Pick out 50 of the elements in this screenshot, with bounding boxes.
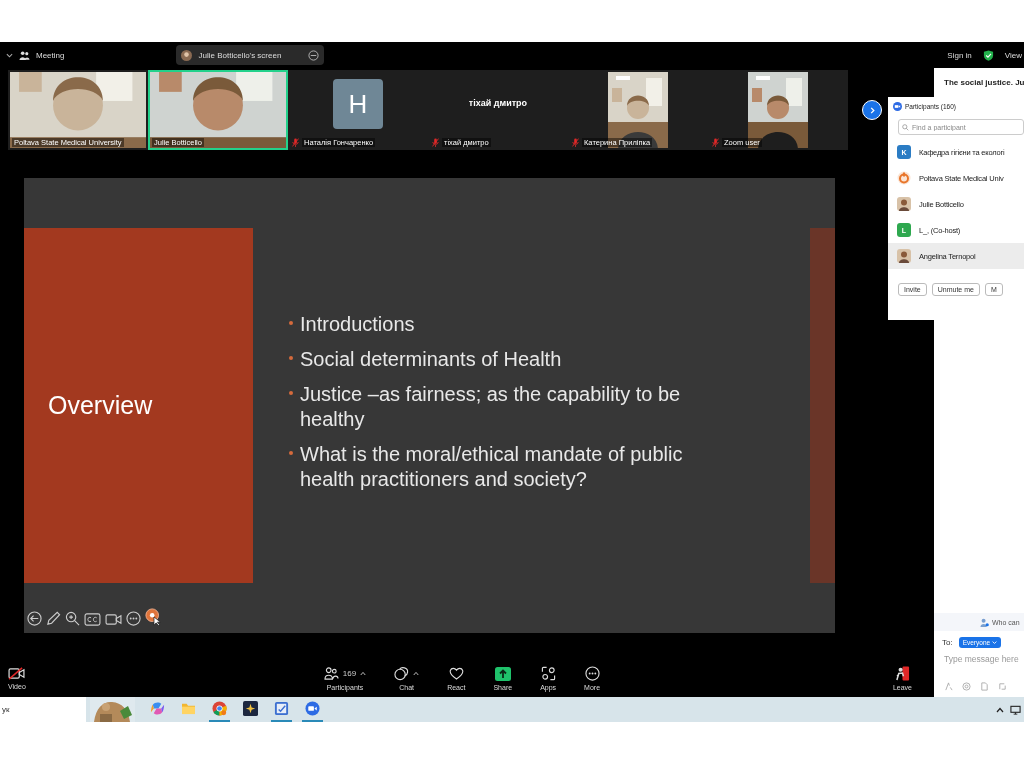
chevron-down-icon[interactable] — [6, 51, 13, 59]
slide-title: Overview — [48, 391, 153, 420]
bullet-icon — [289, 451, 293, 455]
heart-icon — [448, 667, 464, 680]
emblem-icon — [897, 171, 911, 185]
avatar-icon — [181, 49, 193, 61]
zoom-logo-icon — [893, 102, 902, 111]
back-icon[interactable] — [27, 611, 42, 626]
captions-icon[interactable] — [84, 613, 101, 626]
to-label: To: — [942, 638, 953, 647]
pen-icon[interactable] — [46, 611, 61, 626]
next-page-button[interactable] — [862, 100, 882, 120]
bullet-icon — [289, 321, 293, 325]
bullet-text: What is the moral/ethical mandate of public health practitioners and society? — [300, 442, 684, 492]
sign-in-link[interactable]: Sign in — [947, 50, 972, 60]
avatar-initial: H — [333, 79, 383, 129]
camera-icon[interactable] — [105, 613, 122, 626]
annotate-cursor-icon[interactable] — [145, 608, 163, 626]
more-icon — [584, 666, 600, 681]
avatar-icon — [897, 249, 911, 263]
people-icon — [323, 667, 339, 680]
bullet-text: Introductions — [300, 312, 416, 337]
more-icon[interactable] — [126, 611, 141, 626]
chat-icon — [394, 666, 410, 681]
leave-icon — [894, 666, 910, 681]
monitor-icon[interactable] — [1010, 704, 1021, 715]
taskbar-search-field[interactable]: ук — [0, 697, 86, 722]
meeting-icon — [19, 49, 30, 61]
chevron-down-icon — [992, 640, 998, 645]
participant-count: 169 — [342, 669, 357, 678]
camera-off-icon — [8, 667, 26, 680]
avatar-icon — [897, 197, 911, 211]
chat-title: The social justice. Ju — [943, 77, 1024, 87]
person-icon — [980, 617, 989, 627]
bullet-icon — [289, 391, 293, 395]
search-icon — [902, 123, 909, 131]
chevron-right-icon — [868, 106, 876, 114]
bullet-icon — [289, 356, 293, 360]
bullet-text: Justice –as fairness; as the capability to be healthy — [300, 382, 682, 432]
apps-icon — [540, 666, 556, 681]
caret-up-icon[interactable] — [996, 706, 1004, 713]
minus-circle-icon[interactable] — [308, 49, 320, 61]
participant-name: тіхай дмитро — [468, 98, 528, 108]
meeting-menu[interactable]: Meeting — [36, 50, 65, 60]
bullet-text: Social determinants of Health — [300, 347, 563, 372]
zoom-icon[interactable] — [65, 611, 80, 626]
share-screen-icon — [494, 666, 511, 681]
share-label: Julie Botticello's screen — [198, 50, 282, 60]
shield-check-icon[interactable] — [982, 49, 994, 61]
view-menu[interactable]: View — [1004, 50, 1022, 60]
